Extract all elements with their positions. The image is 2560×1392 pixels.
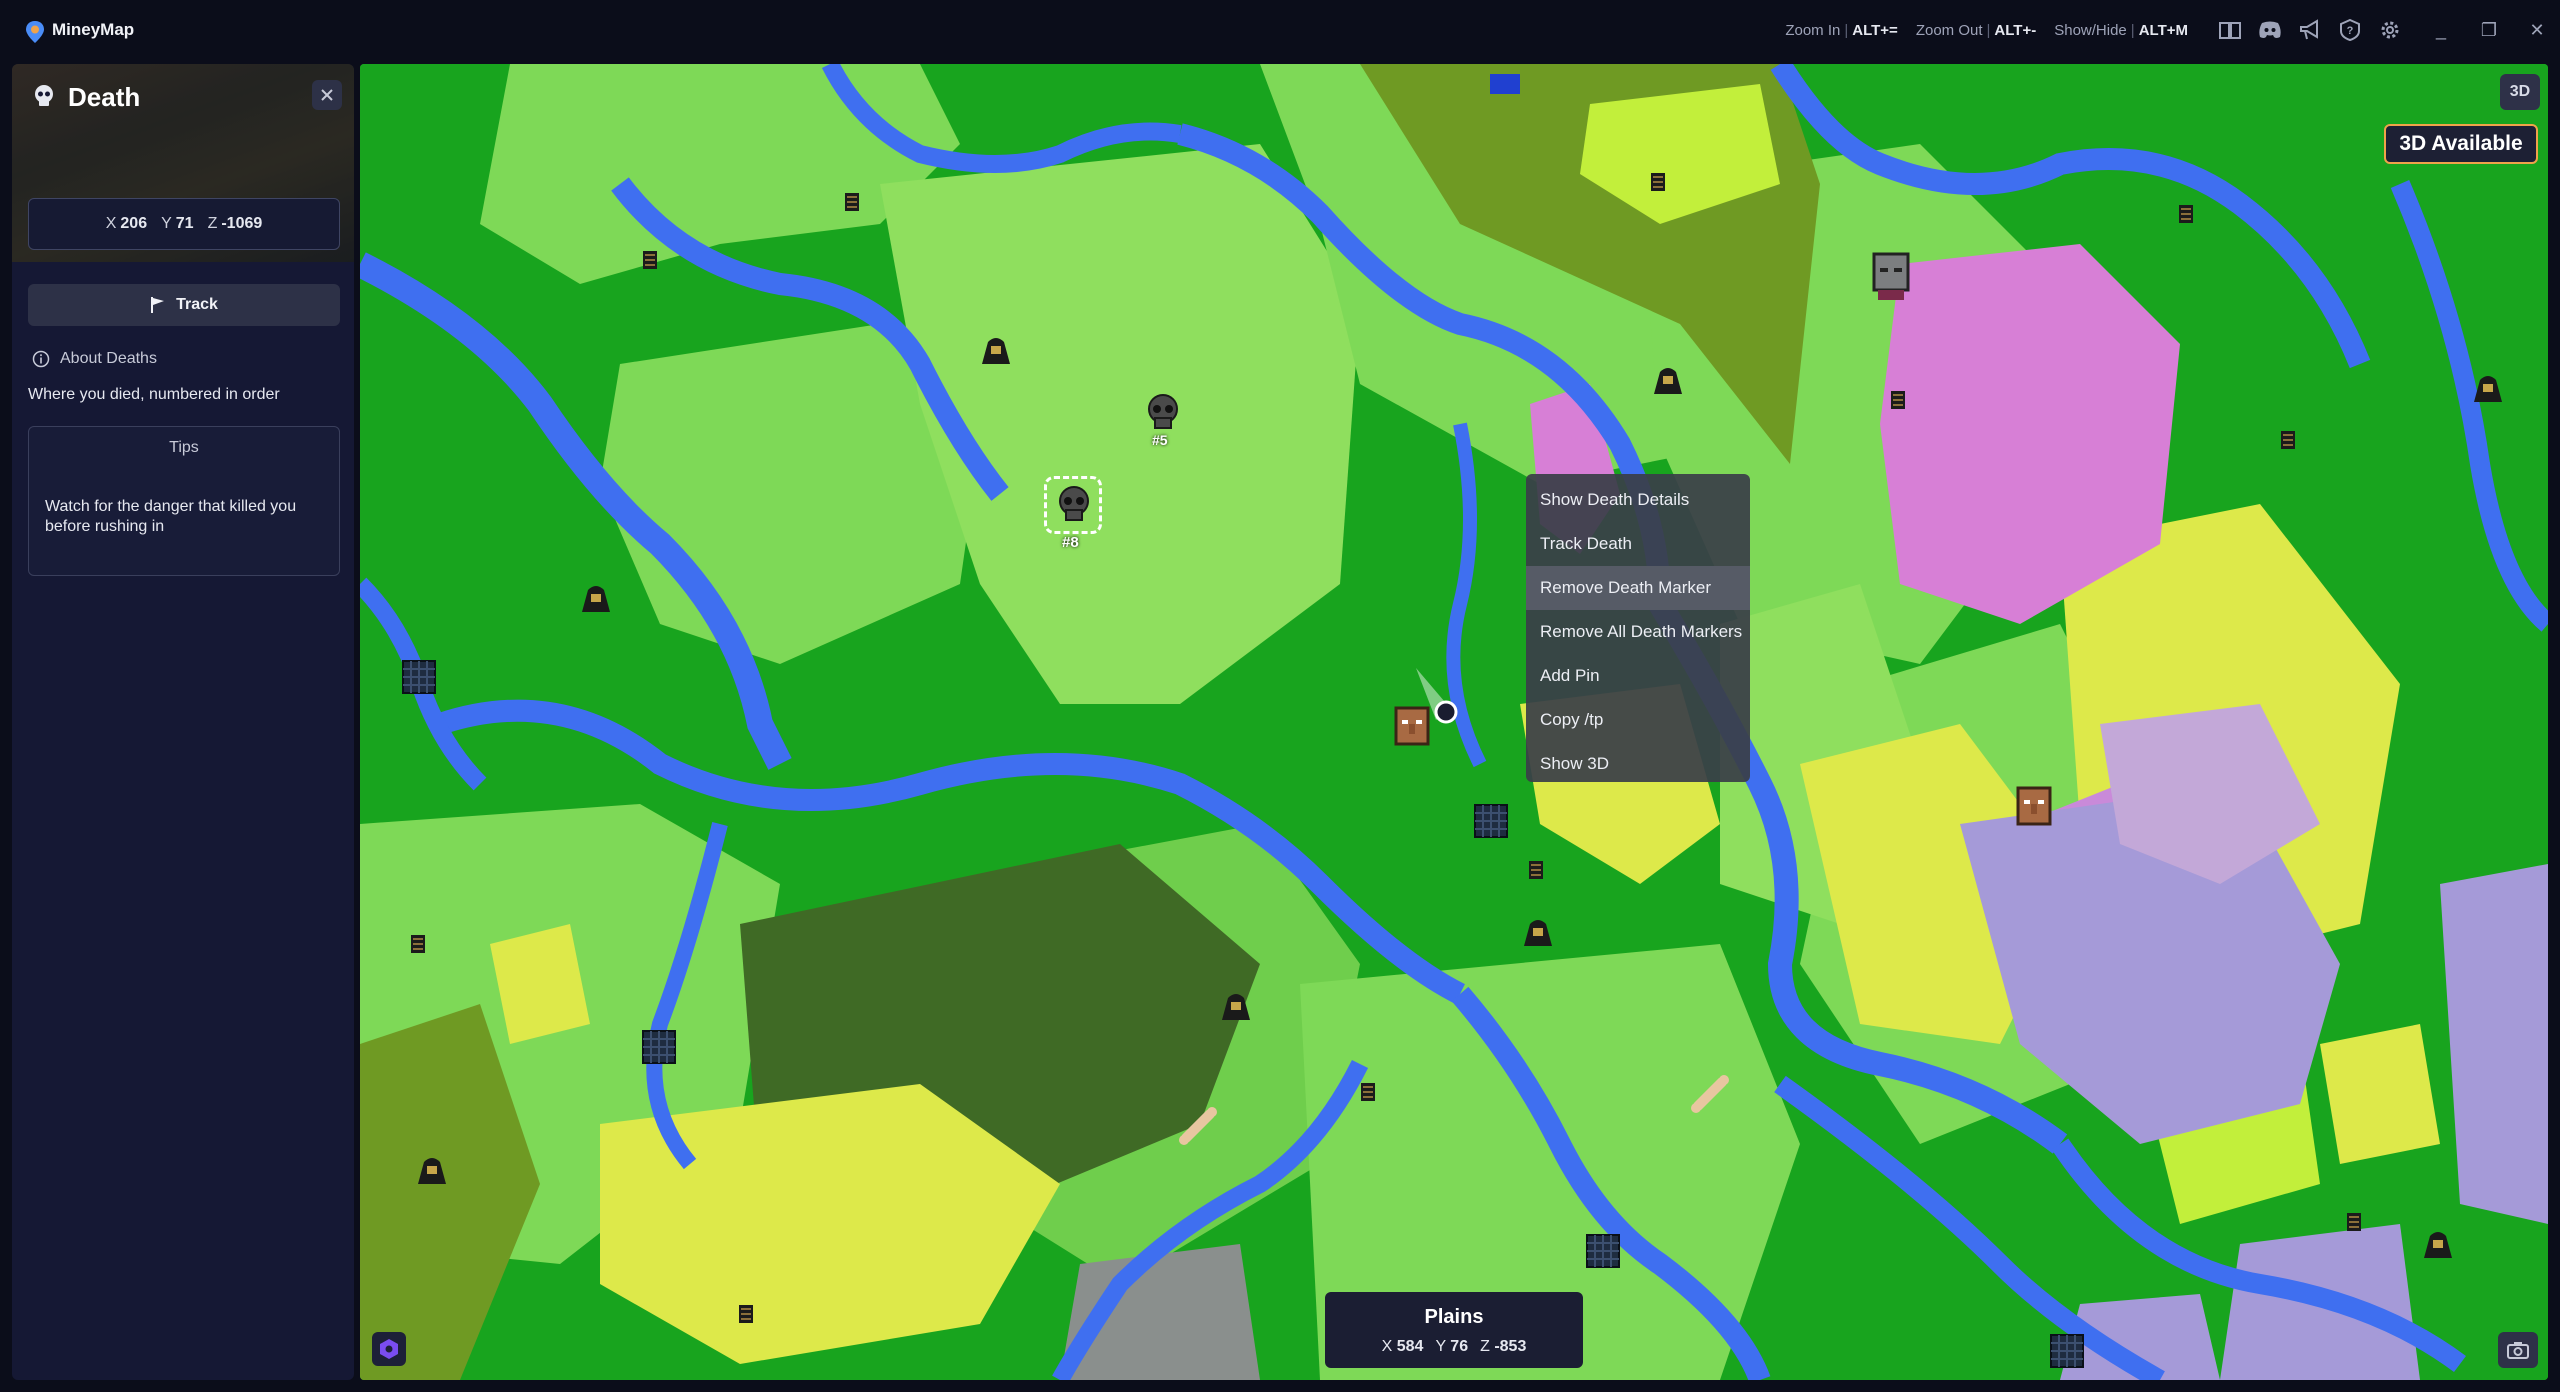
track-label: Track — [176, 296, 218, 313]
death-marker-label: #5 — [1152, 432, 1168, 448]
hooded-villager-icon[interactable] — [1520, 916, 1556, 953]
spawner-icon[interactable] — [402, 660, 436, 699]
skull-icon — [35, 85, 53, 106]
hooded-villager-icon[interactable] — [1218, 990, 1254, 1027]
structure-icon[interactable] — [844, 192, 860, 217]
hooded-villager-icon[interactable] — [2470, 372, 2506, 409]
sidebar-header: Death X 206 Y 71 Z -1069 — [12, 64, 354, 262]
hooded-villager-icon[interactable] — [414, 1154, 450, 1191]
skull-icon — [1059, 486, 1089, 521]
structure-icon[interactable] — [2280, 430, 2296, 455]
restore-button[interactable]: ❐ — [2478, 18, 2500, 42]
camera-icon — [2507, 1342, 2529, 1359]
close-icon — [321, 89, 333, 101]
structure-icon[interactable] — [1528, 860, 1544, 885]
spawner-icon[interactable] — [642, 1030, 676, 1069]
3d-available-badge[interactable]: 3D Available — [2384, 124, 2538, 164]
gear-icon[interactable] — [2378, 18, 2402, 42]
player-location-icon — [1396, 668, 1460, 729]
structure-icon[interactable] — [1890, 390, 1906, 415]
svg-text:?: ? — [2347, 25, 2354, 37]
about-description: Where you died, numbered in order — [28, 386, 280, 403]
track-button[interactable]: Track — [28, 284, 340, 326]
biome-name: Plains — [1424, 1306, 1484, 1328]
menu-item-remove-all-death-markers[interactable]: Remove All Death Markers — [1526, 610, 1750, 654]
shortcut-show-hide: Show/Hide | ALT+M — [2054, 22, 2188, 39]
close-panel-button[interactable] — [312, 80, 342, 110]
about-deaths: About Deaths — [32, 350, 157, 368]
menu-item-show-death-details[interactable]: Show Death Details — [1526, 478, 1750, 522]
spawner-icon[interactable] — [2050, 1334, 2084, 1373]
tips-box: Tips Watch for the danger that killed yo… — [28, 426, 340, 576]
structure-icon[interactable] — [2346, 1212, 2362, 1237]
tips-text: Watch for the danger that killed you bef… — [45, 498, 297, 535]
title-bar: MineyMap Zoom In | ALT+= Zoom Out | ALT+- Sh… — [0, 0, 2560, 64]
spawner-icon[interactable] — [1586, 1234, 1620, 1273]
about-label: About Deaths — [60, 350, 157, 367]
help-icon[interactable]: ? — [2338, 18, 2362, 42]
structure-icon[interactable] — [642, 250, 658, 275]
flag-icon — [151, 297, 165, 313]
menu-item-copy-tp[interactable]: Copy /tp — [1526, 698, 1750, 742]
structure-icon[interactable] — [1650, 172, 1666, 197]
book-icon[interactable] — [2218, 18, 2242, 42]
map-view[interactable]: #8 #5 3D 3D Available Show Death Details… — [360, 64, 2548, 1380]
death-marker-label: #8 — [1062, 534, 1079, 551]
spawner-icon[interactable] — [1474, 804, 1508, 843]
toggle-3d-button[interactable]: 3D — [2500, 74, 2540, 110]
structure-icon[interactable] — [410, 934, 426, 959]
context-menu: Show Death Details Track Death Remove De… — [1526, 474, 1750, 782]
hooded-villager-icon[interactable] — [978, 334, 1014, 371]
mineymap-logo-icon — [26, 21, 44, 43]
menu-item-remove-death-marker[interactable]: Remove Death Marker — [1526, 566, 1750, 610]
villager-icon[interactable] — [2016, 786, 2052, 831]
hooded-villager-icon[interactable] — [578, 582, 614, 619]
coord-x: 206 — [120, 215, 148, 232]
discord-icon[interactable] — [2258, 18, 2282, 42]
cursor-coordinates: X 584 Y 76 Z -853 — [1381, 1338, 1527, 1355]
close-window-button[interactable]: ✕ — [2526, 18, 2548, 42]
sidebar-panel: Death X 206 Y 71 Z -1069 Track About Deaths… — [12, 64, 354, 1380]
bone-icon[interactable] — [1178, 1104, 1222, 1153]
coord-z: -1069 — [221, 215, 263, 232]
app-title: MineyMap — [52, 20, 135, 39]
menu-item-add-pin[interactable]: Add Pin — [1526, 654, 1750, 698]
megaphone-icon[interactable] — [2298, 18, 2322, 42]
panel-title: Death — [68, 82, 141, 112]
info-icon — [32, 350, 50, 368]
menu-item-track-death[interactable]: Track Death — [1526, 522, 1750, 566]
skull-icon — [1148, 394, 1178, 429]
death-coordinates[interactable]: X 206 Y 71 Z -1069 — [28, 198, 340, 250]
tips-title: Tips — [169, 439, 199, 456]
coord-y: 71 — [175, 215, 194, 232]
structure-icon[interactable] — [738, 1304, 754, 1329]
bone-icon[interactable] — [1690, 1072, 1734, 1121]
screenshot-button[interactable] — [2498, 1332, 2538, 1368]
hooded-villager-icon[interactable] — [1650, 364, 1686, 401]
hexagon-icon — [380, 1339, 398, 1359]
death-marker-selected[interactable]: #8 — [1044, 476, 1104, 552]
biome-info: Plains X 584 Y 76 Z -853 — [1325, 1292, 1583, 1368]
pillager-icon[interactable] — [1872, 252, 1910, 309]
shortcut-zoom-out: Zoom Out | ALT+- — [1915, 22, 2037, 39]
shortcut-zoom-in: Zoom In | ALT+= — [1785, 22, 1898, 39]
minimize-button[interactable]: _ — [2430, 18, 2452, 42]
structure-icon[interactable] — [1360, 1082, 1376, 1107]
layers-button[interactable] — [372, 1332, 406, 1366]
structure-icon[interactable] — [2178, 204, 2194, 229]
death-marker[interactable]: #5 — [1146, 394, 1186, 454]
hooded-villager-icon[interactable] — [2420, 1228, 2456, 1265]
shortcut-hints: Zoom In | ALT+= Zoom Out | ALT+- Show/Hide | A… — [1785, 22, 2188, 39]
menu-item-show-3d[interactable]: Show 3D — [1526, 742, 1750, 786]
